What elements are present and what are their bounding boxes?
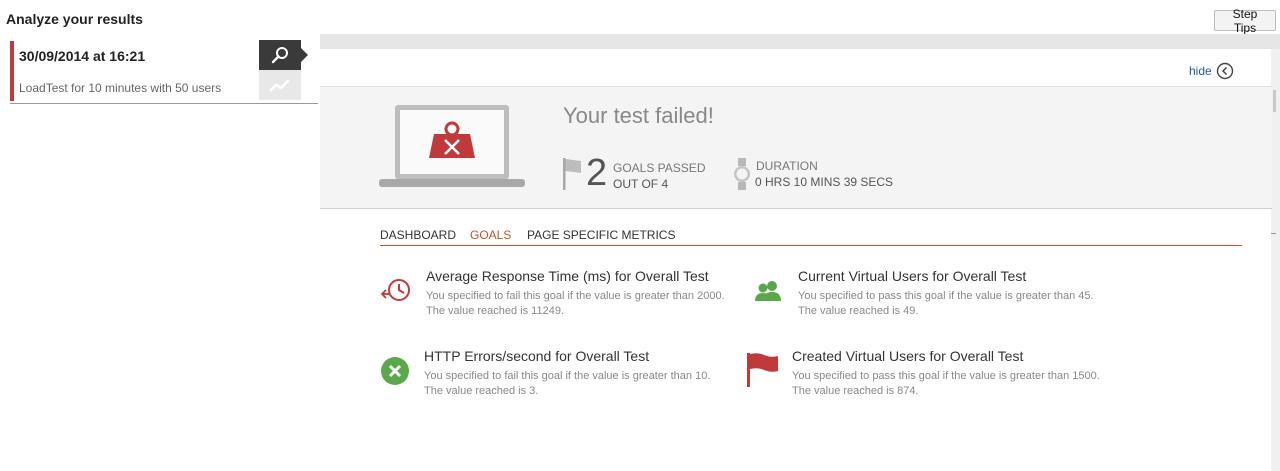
scrollbar-track[interactable] [1271, 49, 1280, 471]
users-icon [755, 281, 781, 301]
failed-laptop-icon [379, 105, 525, 187]
goals-flag-icon [563, 158, 581, 190]
goal-description: You specified to fail this goal if the v… [424, 370, 711, 397]
goal-description: You specified to pass this goal if the v… [792, 370, 1100, 397]
goal-title: Created Virtual Users for Overall Test [792, 348, 1024, 364]
red-flag-icon [747, 353, 778, 387]
divider-tick [1271, 233, 1276, 234]
search-results-button[interactable] [259, 40, 308, 70]
result-title: Your test failed! [563, 103, 714, 128]
trend-results-button[interactable] [259, 70, 301, 100]
run-date: 30/09/2014 at 16:21 [19, 48, 146, 64]
stopwatch-icon [734, 158, 750, 190]
goal-title: Current Virtual Users for Overall Test [798, 268, 1027, 284]
duration-label: DURATION [756, 159, 818, 173]
goals-passed-count: 2 [586, 152, 608, 194]
step-tips-button[interactable]: Step Tips [1214, 7, 1276, 35]
results-tabs: DASHBOARD GOALS PAGE SPECIFIC METRICS [380, 228, 1242, 246]
goal-title: Average Response Time (ms) for Overall T… [426, 268, 709, 284]
tab-dashboard[interactable]: DASHBOARD [380, 228, 456, 242]
goals-total: OUT OF 4 [613, 177, 669, 191]
hide-label: hide [1189, 64, 1212, 78]
content-top-band [320, 34, 1280, 49]
chevron-left-circle-icon [1216, 62, 1233, 80]
goals-passed-caption: GOALS PASSED [613, 161, 706, 175]
goal-description: You specified to fail this goal if the v… [426, 290, 725, 317]
tab-goals[interactable]: GOALS [470, 228, 511, 242]
response-time-clock-icon [380, 279, 410, 301]
scrollbar-thumb[interactable] [1273, 90, 1276, 112]
goal-title: HTTP Errors/second for Overall Test [424, 348, 650, 364]
goals-passed-label: GOALS PASSED OUT OF 4 [613, 160, 705, 192]
error-x-icon [381, 357, 409, 385]
duration-value: 0 HRS 10 MINS 39 SECS [755, 175, 894, 189]
run-description: LoadTest for 10 minutes with 50 users [19, 81, 222, 95]
run-card-divider [10, 103, 318, 104]
search-icon [271, 47, 288, 64]
tab-page-specific-metrics[interactable]: PAGE SPECIFIC METRICS [527, 228, 675, 242]
result-summary: Your test failed! 2 GOALS PASSED OUT OF … [320, 86, 1272, 209]
trend-icon [269, 79, 290, 92]
page-title: Analyze your results [6, 11, 143, 27]
goal-description: You specified to pass this goal if the v… [798, 290, 1094, 317]
hide-panel-link[interactable]: hide [1189, 62, 1234, 80]
